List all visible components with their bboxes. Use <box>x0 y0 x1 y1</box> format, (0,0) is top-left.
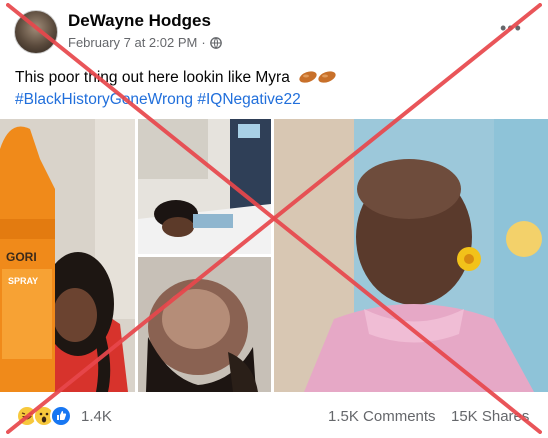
peanut-emoji <box>298 69 338 91</box>
globe-icon <box>209 36 222 49</box>
post-photo-2[interactable] <box>138 119 271 254</box>
facebook-post: DeWayne Hodges February 7 at 2:02 PM · •… <box>0 0 548 438</box>
reactions-count: 1.4K <box>81 407 112 425</box>
post-photo-4[interactable] <box>274 119 548 392</box>
bottle-spray-label: SPRAY <box>8 276 38 286</box>
reactions-summary[interactable]: 1.4K <box>16 405 112 427</box>
shares-count[interactable]: 15K Shares <box>451 408 529 425</box>
more-options-icon[interactable]: ••• <box>500 18 522 39</box>
hashtag-link[interactable]: #BlackHistoryGoneWrong <box>15 91 193 108</box>
post-photo-3[interactable] <box>138 257 271 392</box>
hashtag-link[interactable]: #IQNegative22 <box>197 91 300 108</box>
meta-separator: · <box>201 35 206 50</box>
post-timestamp[interactable]: February 7 at 2:02 PM <box>68 35 197 50</box>
like-reaction-icon <box>50 405 72 427</box>
author-name[interactable]: DeWayne Hodges <box>68 11 211 31</box>
post-photo-1[interactable]: GORI SPRAY <box>0 119 135 392</box>
post-hashtags: #BlackHistoryGoneWrong #IQNegative22 <box>15 89 301 110</box>
post-caption: This poor thing out here lookin like Myr… <box>15 67 338 91</box>
bottle-brand-label: GORI <box>6 250 37 264</box>
author-avatar[interactable] <box>14 10 58 54</box>
caption-text: This poor thing out here lookin like Myr… <box>15 69 290 86</box>
comments-count[interactable]: 1.5K Comments <box>328 408 436 425</box>
post-meta: February 7 at 2:02 PM · <box>68 35 222 50</box>
